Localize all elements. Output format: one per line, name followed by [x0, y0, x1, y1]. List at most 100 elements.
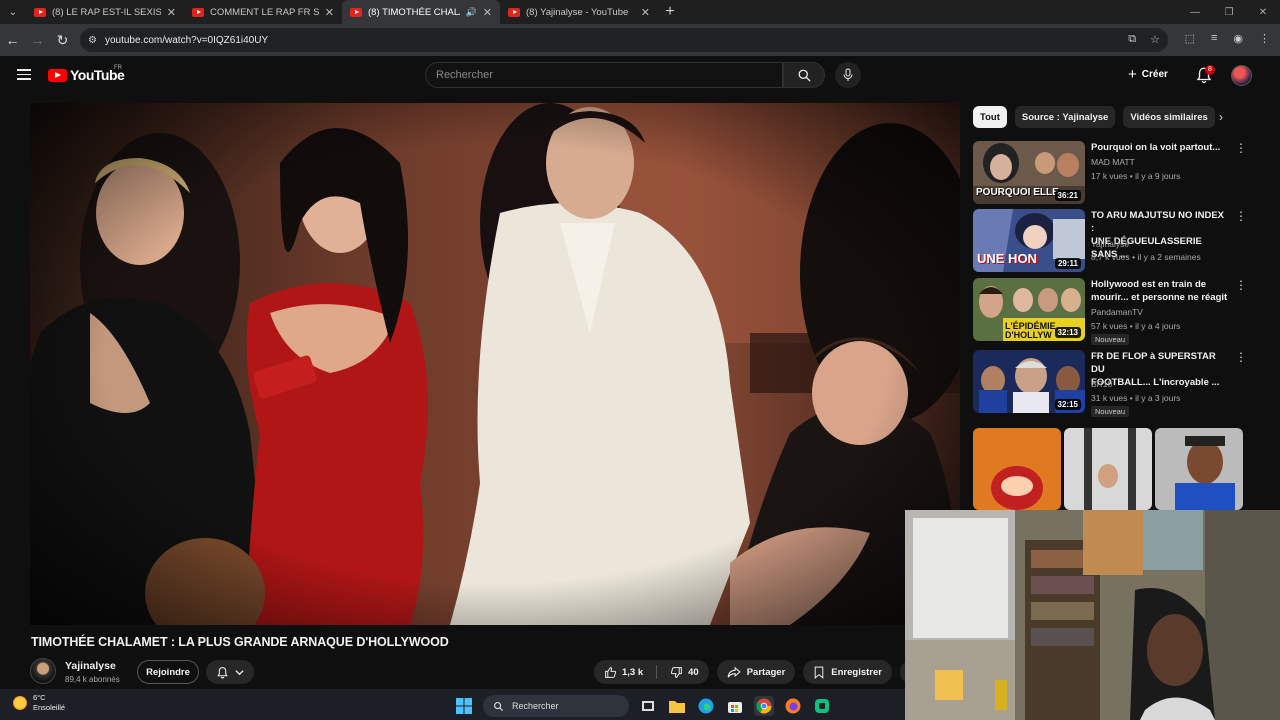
new-badge: Nouveau — [1091, 406, 1130, 417]
file-explorer-icon[interactable] — [667, 696, 687, 716]
video-thumbnail[interactable]: UNE HON 29:11 — [973, 209, 1085, 272]
subscription-bell-button[interactable] — [206, 660, 254, 684]
search-button[interactable] — [783, 62, 825, 88]
bookmark-icon — [815, 666, 824, 679]
site-settings-icon[interactable]: ⚙ — [88, 35, 97, 46]
maximize-icon[interactable]: ❐ — [1212, 7, 1246, 18]
tab-search-icon[interactable]: ⌄ — [0, 0, 26, 24]
webcam-image — [905, 510, 1280, 720]
reading-list-icon[interactable]: ≡ — [1211, 32, 1217, 45]
browser-tab-1[interactable]: (8) LE RAP EST-IL SEXISTE ? (4 P ✕ — [26, 0, 184, 24]
browser-tab-2[interactable]: COMMENT LE RAP FR S'EST DÉ ✕ — [184, 0, 342, 24]
video-thumbnail[interactable]: 32:15 — [973, 350, 1085, 413]
webcam-overlay — [905, 510, 1280, 720]
channel-name[interactable]: MAD MATT — [1091, 157, 1135, 167]
short-thumbnail[interactable] — [1064, 428, 1152, 510]
more-options-icon[interactable]: ⋮ — [1235, 142, 1247, 154]
channel-avatar[interactable] — [30, 658, 56, 684]
browser-tab-4[interactable]: (8) Yajinalyse - YouTube ✕ — [500, 0, 658, 24]
search-icon — [798, 69, 811, 82]
thumbnail-text: UNE HON — [977, 251, 1037, 266]
close-icon[interactable]: ✕ — [483, 6, 492, 19]
video-title-heading: TIMOTHÉE CHALAMET : LA PLUS GRANDE ARNAQ… — [31, 635, 449, 649]
chip-all[interactable]: Tout — [973, 106, 1007, 128]
short-thumbnail[interactable] — [973, 428, 1061, 510]
youtube-favicon-icon — [350, 7, 362, 17]
speaker-icon[interactable]: 🔊 — [466, 7, 477, 18]
bookmark-star-icon[interactable]: ☆ — [1150, 33, 1160, 46]
subscriber-count: 89,4 k abonnés — [65, 675, 120, 684]
chrome-icon[interactable] — [754, 696, 774, 716]
reload-icon[interactable]: ↻ — [50, 32, 75, 49]
recommended-video[interactable]: UNE HON 29:11 TO ARU MAJUTSU NO INDEX :U… — [973, 209, 1247, 273]
cast-icon[interactable]: ⧉ — [1128, 33, 1136, 46]
thumbnail-text: L'ÉPIDÉMIE D'HOLLYW — [1005, 321, 1056, 340]
app-icon[interactable] — [812, 696, 832, 716]
save-label: Enregistrer — [831, 666, 882, 678]
dislike-button[interactable]: 40 — [670, 666, 699, 679]
video-title: Pourquoi on la voit partout... — [1091, 141, 1229, 154]
forward-arrow-icon[interactable]: → — [25, 32, 50, 48]
youtube-header: YouTube FR Rechercher + Créer 8 — [0, 56, 1280, 96]
filter-chips: Tout Source : Yajinalyse Vidéos similair… — [973, 106, 1215, 128]
browser-tab-3[interactable]: (8) TIMOTHÉE CHALAMET : 🔊 ✕ — [342, 0, 500, 24]
taskbar-search[interactable]: Rechercher — [483, 695, 629, 717]
create-button[interactable]: + Créer — [1128, 66, 1168, 83]
close-window-icon[interactable]: ✕ — [1246, 7, 1280, 18]
firefox-icon[interactable] — [783, 696, 803, 716]
video-title: Hollywood est en train de mourir... et pe… — [1091, 278, 1229, 304]
browser-menu-icon[interactable]: ⋮ — [1259, 32, 1270, 45]
chevron-right-icon[interactable]: › — [1219, 110, 1223, 124]
task-view-icon[interactable] — [638, 696, 658, 716]
voice-search-button[interactable] — [835, 62, 861, 88]
search-input[interactable]: Rechercher — [425, 62, 783, 88]
back-arrow-icon[interactable]: ← — [0, 32, 25, 48]
channel-name[interactable]: PandamanTV — [1091, 307, 1143, 317]
more-options-icon[interactable]: ⋮ — [1235, 351, 1247, 363]
chip-similar[interactable]: Vidéos similaires — [1123, 106, 1215, 128]
address-bar[interactable]: ⚙ youtube.com/watch?v=0IQZ61i40UY ⧉ ☆ — [80, 28, 1168, 52]
new-tab-plus-icon[interactable]: + — [658, 0, 682, 24]
start-windows-icon[interactable] — [454, 696, 474, 716]
extensions-icon[interactable]: ⬚ — [1185, 32, 1195, 45]
recommended-video[interactable]: 32:15 FR DE FLOP à SUPERSTAR DU FOOTBALL.… — [973, 350, 1247, 417]
url-text: youtube.com/watch?v=0IQZ61i40UY — [104, 34, 269, 46]
close-icon[interactable]: ✕ — [167, 6, 176, 19]
notification-count-badge: 8 — [1205, 65, 1215, 75]
account-avatar[interactable] — [1231, 65, 1252, 86]
youtube-logo[interactable]: YouTube FR — [48, 65, 125, 83]
temperature: 6°C — [33, 693, 46, 702]
menu-icon[interactable] — [17, 69, 31, 80]
chevron-down-icon — [235, 669, 244, 675]
channel-name[interactable]: BR10 — [1091, 379, 1112, 389]
close-icon[interactable]: ✕ — [641, 6, 650, 19]
recommended-video[interactable]: L'ÉPIDÉMIE D'HOLLYW 32:13 Hollywood est … — [973, 278, 1247, 345]
join-button[interactable]: Rejoindre — [137, 660, 199, 684]
tab-title: (8) LE RAP EST-IL SEXISTE ? (4 P — [52, 6, 161, 18]
share-icon — [727, 666, 741, 677]
video-player[interactable] — [30, 103, 960, 625]
thumbnail-image — [1155, 428, 1243, 510]
youtube-favicon-icon — [192, 7, 204, 17]
more-options-icon[interactable]: ⋮ — [1235, 279, 1247, 291]
profile-icon[interactable]: ◉ — [1233, 32, 1243, 45]
save-button[interactable]: Enregistrer — [803, 660, 892, 684]
like-button[interactable]: 1,3 k — [604, 666, 643, 679]
recommended-video[interactable]: POURQUOI ELLE 36:21 Pourquoi on la voit … — [973, 141, 1247, 205]
minimize-icon[interactable]: — — [1178, 7, 1212, 18]
more-options-icon[interactable]: ⋮ — [1235, 210, 1247, 222]
video-thumbnail[interactable]: L'ÉPIDÉMIE D'HOLLYW 32:13 — [973, 278, 1085, 341]
close-icon[interactable]: ✕ — [325, 6, 334, 19]
channel-name[interactable]: Yajinalyse — [65, 660, 116, 672]
store-icon[interactable] — [725, 696, 745, 716]
channel-name[interactable]: Yajinalyse — [1091, 239, 1129, 249]
share-button[interactable]: Partager — [716, 660, 796, 684]
shorts-shelf — [973, 428, 1245, 510]
video-thumbnail[interactable]: POURQUOI ELLE 36:21 — [973, 141, 1085, 204]
weather-widget[interactable]: 6°C Ensoleillé — [13, 693, 65, 713]
edge-browser-icon[interactable] — [696, 696, 716, 716]
chip-source[interactable]: Source : Yajinalyse — [1014, 106, 1116, 128]
youtube-favicon-icon — [34, 7, 46, 17]
sun-icon — [13, 696, 27, 710]
short-thumbnail[interactable] — [1155, 428, 1243, 510]
